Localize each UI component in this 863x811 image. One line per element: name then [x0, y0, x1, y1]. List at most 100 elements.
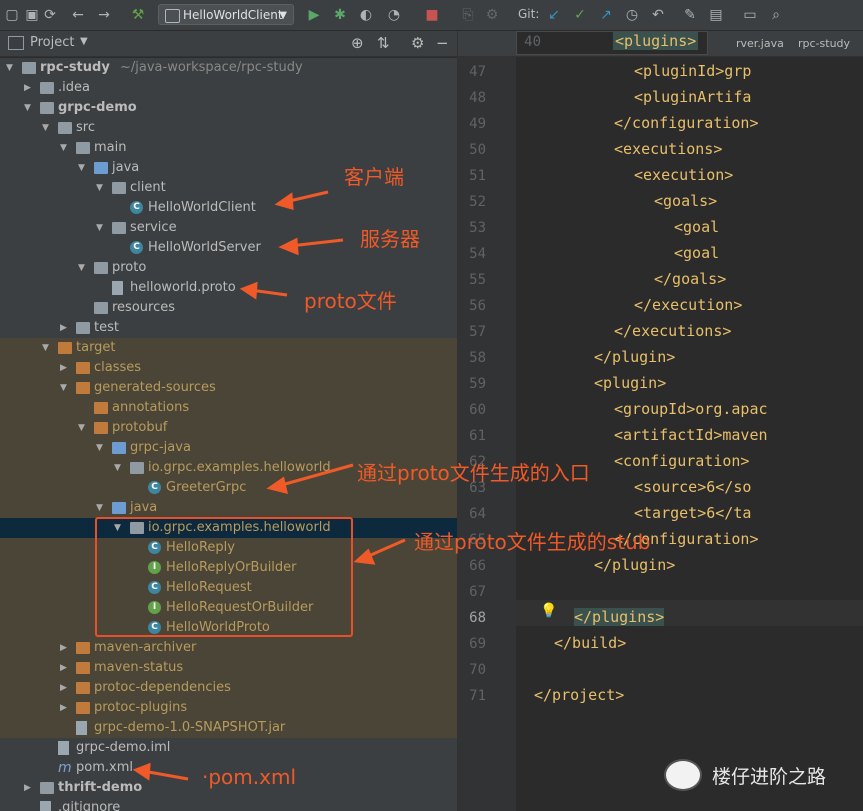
- folder-open-icon[interactable]: ▢: [2, 5, 22, 25]
- code-line[interactable]: <goal: [674, 218, 719, 236]
- collapsed-arrow-icon[interactable]: ▶: [60, 318, 72, 338]
- collapsed-arrow-icon[interactable]: ▶: [24, 778, 36, 798]
- code-line[interactable]: <artifactId>maven: [614, 426, 768, 444]
- tree-row[interactable]: ▼ protobuf: [0, 418, 457, 438]
- git-update-icon[interactable]: ↙: [544, 5, 564, 25]
- project-structure-icon[interactable]: ▤: [706, 5, 726, 25]
- settings-wrench-icon[interactable]: ✎: [680, 5, 700, 25]
- tree-row[interactable]: C HelloWorldClient: [0, 198, 457, 218]
- tree-row[interactable]: ▼ grpc-demo: [0, 98, 457, 118]
- tree-row[interactable]: grpc-demo.iml: [0, 738, 457, 758]
- revert-icon[interactable]: ↶: [648, 5, 668, 25]
- tree-item-label: resources: [112, 300, 176, 315]
- hide-icon[interactable]: −: [436, 34, 449, 52]
- sync-icon[interactable]: ⟳: [40, 5, 60, 25]
- tree-row[interactable]: ▼ src: [0, 118, 457, 138]
- deploy-icon[interactable]: ⚙: [482, 5, 502, 25]
- forward-icon[interactable]: →: [94, 5, 114, 25]
- code-line[interactable]: <pluginArtifa: [634, 88, 751, 106]
- code-line[interactable]: </plugin>: [594, 556, 675, 574]
- expanded-arrow-icon[interactable]: ▼: [114, 458, 126, 478]
- tree-row[interactable]: .gitignore: [0, 798, 457, 811]
- collapsed-arrow-icon[interactable]: ▶: [60, 358, 72, 378]
- tab-server-java[interactable]: rver.java: [728, 31, 784, 56]
- collapsed-arrow-icon[interactable]: ▶: [24, 78, 36, 98]
- git-commit-icon[interactable]: ✓: [570, 5, 590, 25]
- code-line[interactable]: <goal: [674, 244, 719, 262]
- tree-row[interactable]: ▼ main: [0, 138, 457, 158]
- expanded-arrow-icon[interactable]: ▼: [96, 498, 108, 518]
- code-line[interactable]: </plugins>: [574, 608, 665, 626]
- code-line[interactable]: </executions>: [614, 322, 731, 340]
- tree-row[interactable]: ▼ target: [0, 338, 457, 358]
- code-line[interactable]: </plugin>: [594, 348, 675, 366]
- expanded-arrow-icon[interactable]: ▼: [78, 418, 90, 438]
- tree-row[interactable]: ▶ protoc-plugins: [0, 698, 457, 718]
- code-line[interactable]: </goals>: [654, 270, 726, 288]
- code-line[interactable]: <execution>: [634, 166, 733, 184]
- code-line[interactable]: <target>6</ta: [634, 504, 751, 522]
- collapsed-arrow-icon[interactable]: ▶: [60, 698, 72, 718]
- code-line[interactable]: </execution>: [634, 296, 742, 314]
- code-line[interactable]: <groupId>org.apac: [614, 400, 768, 418]
- code-line[interactable]: <source>6</so: [634, 478, 751, 496]
- expanded-arrow-icon[interactable]: ▼: [60, 138, 72, 158]
- debug-icon[interactable]: ✱: [330, 5, 350, 25]
- build-hammer-icon[interactable]: ⚒: [128, 5, 148, 25]
- back-icon[interactable]: ←: [68, 5, 88, 25]
- terminal-icon[interactable]: ▭: [740, 5, 760, 25]
- tree-row[interactable]: ▼ java: [0, 498, 457, 518]
- locate-icon[interactable]: ⊕: [351, 34, 364, 52]
- run-icon[interactable]: ▶: [304, 5, 324, 25]
- code-line[interactable]: <executions>: [614, 140, 722, 158]
- expanded-arrow-icon[interactable]: ▼: [24, 98, 36, 118]
- tree-row[interactable]: ▼ grpc-java: [0, 438, 457, 458]
- tree-row[interactable]: ▶ test: [0, 318, 457, 338]
- tree-row[interactable]: grpc-demo-1.0-SNAPSHOT.jar: [0, 718, 457, 738]
- project-panel-title[interactable]: Project: [30, 35, 74, 50]
- code-line[interactable]: </project>: [534, 686, 624, 704]
- save-icon[interactable]: ▣: [22, 5, 42, 25]
- collapsed-arrow-icon[interactable]: ▶: [60, 638, 72, 658]
- coverage-icon[interactable]: ◐: [356, 5, 376, 25]
- expanded-arrow-icon[interactable]: ▼: [42, 118, 54, 138]
- tree-item-label: main: [94, 140, 127, 155]
- expanded-arrow-icon[interactable]: ▼: [96, 218, 108, 238]
- stop-icon[interactable]: ■: [422, 5, 442, 25]
- tree-row[interactable]: ▼ generated-sources: [0, 378, 457, 398]
- lightbulb-icon[interactable]: 💡: [540, 603, 557, 619]
- tree-row[interactable]: ▶ protoc-dependencies: [0, 678, 457, 698]
- expanded-arrow-icon[interactable]: ▼: [96, 178, 108, 198]
- tree-row[interactable]: ▼ rpc-study ~/java-workspace/rpc-study: [0, 58, 457, 78]
- profile-icon[interactable]: ◔: [384, 5, 404, 25]
- collapse-all-icon[interactable]: ⇅: [377, 34, 390, 52]
- expanded-arrow-icon[interactable]: ▼: [6, 58, 18, 78]
- tree-row[interactable]: ▶ .idea: [0, 78, 457, 98]
- history-icon[interactable]: ◷: [622, 5, 642, 25]
- code-line[interactable]: <pluginId>grp: [634, 62, 751, 80]
- code-line[interactable]: </build>: [554, 634, 626, 652]
- tab-rpc-study[interactable]: rpc-study: [790, 31, 850, 56]
- tree-row[interactable]: ▶ maven-status: [0, 658, 457, 678]
- code-line[interactable]: <configuration>: [614, 452, 749, 470]
- collapsed-arrow-icon[interactable]: ▶: [60, 678, 72, 698]
- attach-icon[interactable]: ⎘: [458, 5, 478, 25]
- git-push-icon[interactable]: ↗: [596, 5, 616, 25]
- tree-row[interactable]: ▶ maven-archiver: [0, 638, 457, 658]
- gear-icon[interactable]: ⚙: [411, 34, 424, 52]
- expanded-arrow-icon[interactable]: ▼: [78, 258, 90, 278]
- run-configuration-select[interactable]: HelloWorldClient ▼: [158, 4, 294, 25]
- collapsed-arrow-icon[interactable]: ▶: [60, 658, 72, 678]
- code-line[interactable]: </configuration>: [614, 114, 759, 132]
- tree-row[interactable]: annotations: [0, 398, 457, 418]
- tree-row[interactable]: ▼ proto: [0, 258, 457, 278]
- expanded-arrow-icon[interactable]: ▼: [78, 158, 90, 178]
- code-line[interactable]: <goals>: [654, 192, 717, 210]
- chevron-down-icon[interactable]: ▼: [80, 36, 88, 47]
- code-line[interactable]: <plugin>: [594, 374, 666, 392]
- search-icon[interactable]: ⌕: [766, 5, 786, 25]
- expanded-arrow-icon[interactable]: ▼: [60, 378, 72, 398]
- tree-row[interactable]: ▶ classes: [0, 358, 457, 378]
- expanded-arrow-icon[interactable]: ▼: [96, 438, 108, 458]
- expanded-arrow-icon[interactable]: ▼: [42, 338, 54, 358]
